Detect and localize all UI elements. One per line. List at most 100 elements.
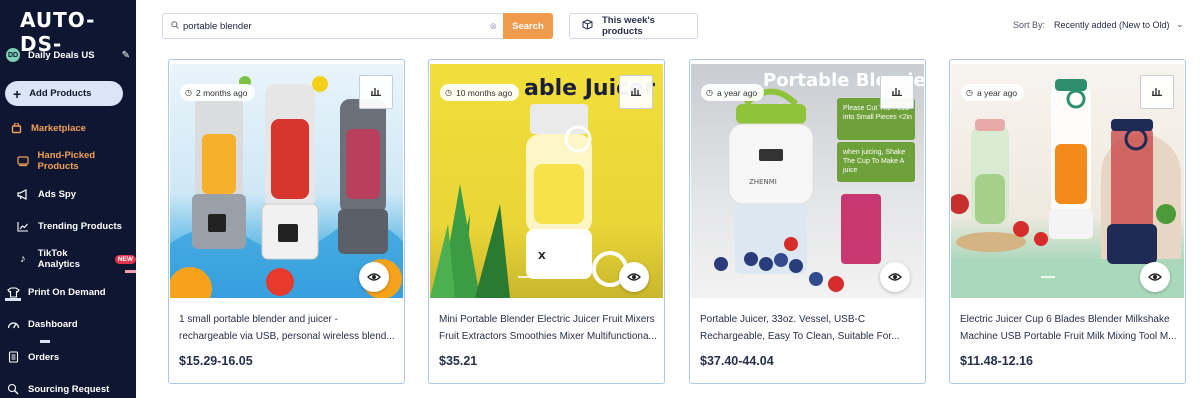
product-price: $15.29-16.05 — [179, 354, 253, 368]
search-icon — [171, 21, 179, 31]
trend-icon — [15, 219, 31, 233]
svg-text:X: X — [538, 251, 546, 262]
store-selector[interactable]: DD Daily Deals US ✎ — [6, 45, 130, 65]
product-title-line: 1 small portable blender and juicer - — [179, 314, 338, 325]
clear-search-icon[interactable]: ⊗ — [489, 21, 497, 32]
search-input[interactable] — [183, 20, 490, 32]
this-weeks-products-label: This week's products — [602, 15, 655, 37]
store-name: Daily Deals US — [28, 49, 95, 61]
sidebar-item-marketplace[interactable]: Marketplace — [0, 117, 136, 139]
product-title[interactable]: Mini Portable Blender Electric Juicer Fr… — [439, 311, 657, 345]
hand-icon — [15, 154, 31, 168]
sidebar-item-label: Sourcing Request — [28, 383, 110, 395]
time-added-label: a year ago — [976, 87, 1018, 98]
product-title[interactable]: Portable Juicer, 33oz. Vessel, USB-C Rec… — [700, 311, 918, 345]
eye-icon[interactable] — [619, 262, 649, 292]
time-added-label: 10 months ago — [455, 87, 513, 98]
sidebar-item-label: Marketplace — [31, 122, 86, 134]
product-title-line: Machine USB Portable Fruit Milk Mixing T… — [960, 331, 1177, 342]
carousel-indicator — [518, 276, 532, 278]
eye-icon[interactable] — [880, 262, 910, 292]
image-note: when juicing, Shake The Cup To Make A ju… — [843, 149, 906, 174]
search-field: ⊗ — [162, 13, 504, 39]
sidebar-item-hand-picked[interactable]: Hand-Picked Products — [0, 150, 136, 172]
gauge-icon — [5, 317, 21, 331]
product-title-line: rechargeable via USB, personal wireless … — [179, 331, 395, 342]
add-products-label: Add Products — [29, 88, 92, 99]
product-title-line: Mini Portable Blender Electric Juicer Fr… — [439, 314, 655, 325]
sidebar-tab-marker — [125, 270, 136, 273]
product-title[interactable]: 1 small portable blender and juicer - re… — [179, 311, 397, 345]
carousel-indicator — [1041, 276, 1055, 278]
clock-icon: ◷ — [966, 88, 973, 97]
stats-button[interactable] — [1140, 75, 1174, 109]
sidebar-item-label: Trending Products — [38, 220, 122, 232]
time-added-badge: ◷ 2 months ago — [180, 84, 255, 101]
tiktok-icon: ♪ — [20, 253, 26, 265]
stats-button[interactable] — [880, 75, 914, 109]
sidebar-item-label: TikTok Analytics — [37, 248, 80, 270]
stats-button[interactable] — [359, 75, 393, 109]
clock-icon: ◷ — [706, 88, 713, 97]
time-added-badge: ◷ 10 months ago — [440, 84, 520, 101]
time-added-label: 2 months ago — [195, 87, 248, 98]
product-card[interactable]: ◷ 2 months ago 1 small portable blender … — [168, 59, 405, 384]
product-title-line: Electric Juicer Cup 6 Blades Blender Mil… — [960, 314, 1170, 325]
sidebar-item-sourcing[interactable]: Sourcing Request — [0, 378, 136, 398]
product-title[interactable]: Electric Juicer Cup 6 Blades Blender Mil… — [960, 311, 1178, 345]
sidebar-item-label: Dashboard — [28, 318, 78, 330]
bar-chart-icon — [630, 86, 642, 99]
product-card[interactable]: X able Juicer ◷ 10 months ago Mini Porta… — [428, 59, 665, 384]
sidebar-item-label: Orders — [28, 351, 60, 363]
sidebar-item-label: Hand-Picked Products — [37, 150, 96, 172]
eye-icon[interactable] — [1140, 262, 1170, 292]
clock-icon: ◷ — [445, 88, 452, 97]
shirt-icon — [5, 285, 21, 299]
product-card[interactable]: ◷ a year ago Electric Juicer Cup 6 Blade… — [949, 59, 1186, 384]
sidebar-item-label: Print On Demand — [28, 286, 106, 298]
product-card[interactable]: ZHENMI Portable Blender Please Cut The F… — [689, 59, 926, 384]
search-button[interactable]: Search — [503, 13, 553, 39]
product-price: $35.21 — [439, 354, 478, 368]
cart-icon — [8, 121, 24, 135]
time-added-label: a year ago — [716, 87, 758, 98]
product-image[interactable]: ZHENMI Portable Blender Please Cut The F… — [691, 64, 924, 298]
add-products-button[interactable]: + Add Products — [5, 81, 123, 106]
new-badge: NEW — [114, 254, 136, 264]
product-title-line: Fruit Extractors Smoothies Mixer Multifu… — [439, 331, 657, 342]
sidebar-item-ads-spy[interactable]: Ads Spy — [0, 183, 136, 205]
chevron-down-icon[interactable]: ⌄ — [1176, 19, 1184, 30]
megaphone-icon — [15, 187, 31, 201]
stats-button[interactable] — [619, 75, 653, 109]
image-brand-text: ZHENMI — [749, 178, 777, 186]
product-title-line: Rechargeable, Easy To Clean, Suitable Fo… — [700, 331, 900, 342]
sort-label: Sort By: — [1013, 20, 1046, 30]
sidebar-tab-marker — [40, 340, 50, 343]
this-weeks-products-button[interactable]: This week's products — [569, 13, 698, 39]
sort-select[interactable]: Recently added (New to Old) — [1054, 20, 1170, 30]
bar-chart-icon — [370, 86, 382, 99]
bar-chart-icon — [891, 86, 903, 99]
sidebar-tab-marker — [5, 298, 21, 301]
product-image[interactable]: ◷ 2 months ago — [170, 64, 403, 298]
eye-icon[interactable] — [359, 262, 389, 292]
search-person-icon — [5, 382, 21, 396]
store-avatar: DD — [6, 48, 20, 62]
product-price: $11.48-12.16 — [960, 354, 1033, 368]
sidebar-item-tiktok[interactable]: ♪ TikTok Analytics NEW — [0, 248, 136, 270]
bar-chart-icon — [1151, 86, 1163, 99]
time-added-badge: ◷ a year ago — [961, 84, 1025, 101]
product-image[interactable]: X able Juicer ◷ 10 months ago — [430, 64, 663, 298]
sidebar: AUTO-DS- DD Daily Deals US ✎ + Add Produ… — [0, 0, 136, 398]
product-price: $37.40-44.04 — [700, 354, 774, 368]
sidebar-item-orders[interactable]: Orders — [0, 346, 136, 368]
box-icon — [582, 19, 593, 33]
sidebar-item-label: Ads Spy — [38, 188, 77, 200]
product-image[interactable]: ◷ a year ago — [951, 64, 1184, 298]
time-added-badge: ◷ a year ago — [701, 84, 765, 101]
product-title-line: Portable Juicer, 33oz. Vessel, USB-C — [700, 314, 866, 325]
sidebar-item-dashboard[interactable]: Dashboard — [0, 313, 136, 335]
sidebar-item-trending[interactable]: Trending Products — [0, 215, 136, 237]
list-icon — [5, 350, 21, 364]
pencil-icon[interactable]: ✎ — [122, 50, 130, 61]
